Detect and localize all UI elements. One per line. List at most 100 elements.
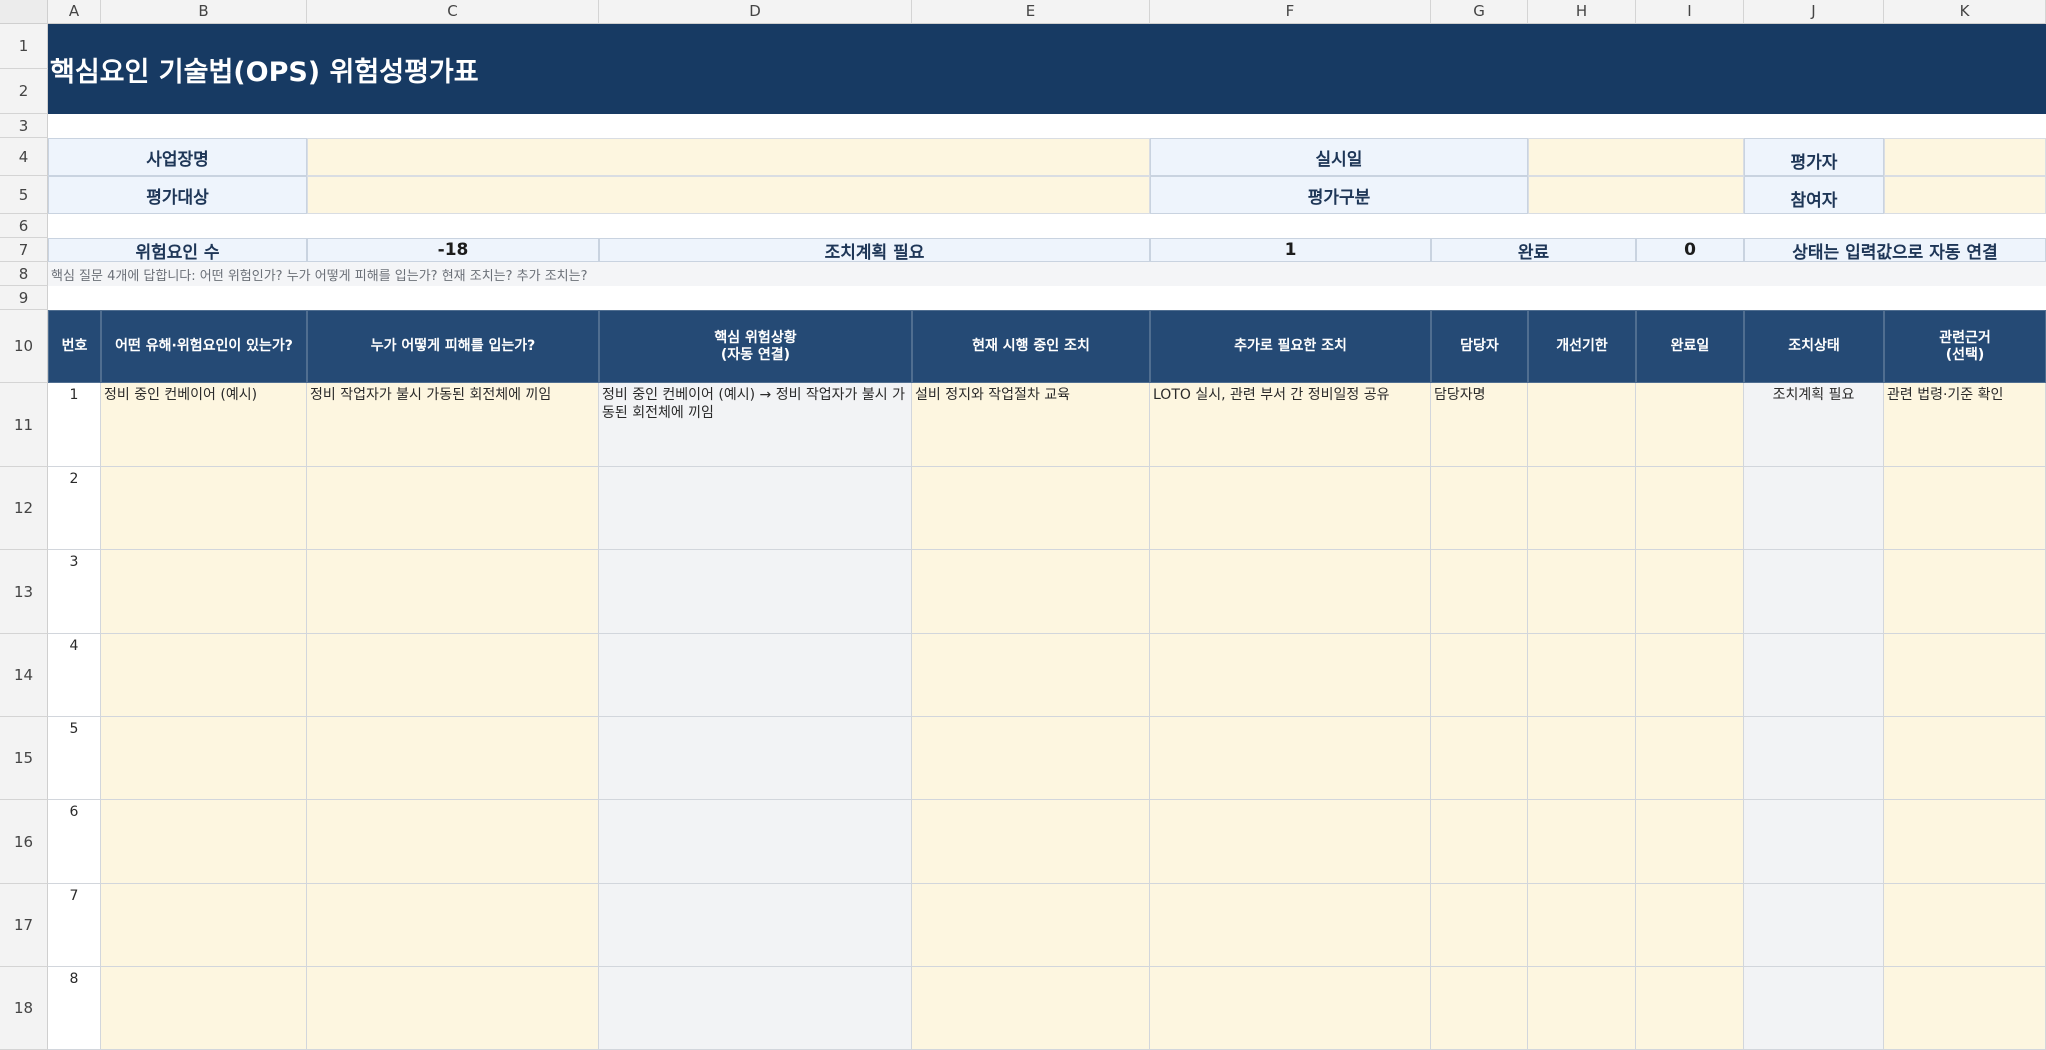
cell-status[interactable] <box>1744 634 1884 717</box>
cell-number[interactable]: 3 <box>48 550 101 634</box>
column-header-g[interactable]: G <box>1431 0 1528 24</box>
row-header-8[interactable]: 8 <box>0 262 48 286</box>
column-header-f[interactable]: F <box>1150 0 1431 24</box>
cell-harm[interactable] <box>307 550 599 634</box>
sheet-title[interactable]: 핵심요인 기술법(OPS) 위험성평가표 <box>48 24 2046 114</box>
cell-deadline[interactable] <box>1528 967 1636 1050</box>
column-header-a[interactable]: A <box>48 0 101 24</box>
cell-done-date[interactable] <box>1636 717 1744 800</box>
row-header-10[interactable]: 10 <box>0 310 48 383</box>
row-header-2[interactable]: 2 <box>0 69 48 114</box>
cell-owner[interactable] <box>1431 800 1528 884</box>
cell-basis[interactable] <box>1884 800 2046 884</box>
cell-deadline[interactable] <box>1528 800 1636 884</box>
row-header-13[interactable]: 13 <box>0 550 48 634</box>
site-name-input[interactable] <box>307 138 1150 176</box>
cell-harm[interactable] <box>307 884 599 967</box>
cell-status[interactable] <box>1744 467 1884 550</box>
column-header-j[interactable]: J <box>1744 0 1884 24</box>
cell-harm[interactable] <box>307 800 599 884</box>
cell-basis[interactable] <box>1884 634 2046 717</box>
cell-owner[interactable] <box>1431 884 1528 967</box>
cell-number[interactable]: 1 <box>48 383 101 467</box>
cell-status[interactable] <box>1744 550 1884 634</box>
column-header-h[interactable]: H <box>1528 0 1636 24</box>
row-header-12[interactable]: 12 <box>0 467 48 550</box>
cell-number[interactable]: 7 <box>48 884 101 967</box>
cell-basis[interactable] <box>1884 467 2046 550</box>
cell-deadline[interactable] <box>1528 383 1636 467</box>
cell-situation[interactable] <box>599 884 912 967</box>
row-header-17[interactable]: 17 <box>0 884 48 967</box>
row-header-7[interactable]: 7 <box>0 238 48 262</box>
cell-additional-measure[interactable] <box>1150 800 1431 884</box>
cell-hazard[interactable] <box>101 550 307 634</box>
cell-situation[interactable] <box>599 717 912 800</box>
cell-owner[interactable] <box>1431 634 1528 717</box>
cell-situation[interactable] <box>599 467 912 550</box>
cell-number[interactable]: 6 <box>48 800 101 884</box>
cell-basis[interactable] <box>1884 717 2046 800</box>
cell-additional-measure[interactable] <box>1150 717 1431 800</box>
row-header-1[interactable]: 1 <box>0 24 48 69</box>
cell-additional-measure[interactable]: LOTO 실시, 관련 부서 간 정비일정 공유 <box>1150 383 1431 467</box>
action-needed-value[interactable]: 1 <box>1150 238 1431 262</box>
cell-done-date[interactable] <box>1636 467 1744 550</box>
column-header-b[interactable]: B <box>101 0 307 24</box>
cell-done-date[interactable] <box>1636 634 1744 717</box>
cell-hazard[interactable] <box>101 467 307 550</box>
cell-additional-measure[interactable] <box>1150 467 1431 550</box>
cell-owner[interactable] <box>1431 467 1528 550</box>
cell-basis[interactable] <box>1884 550 2046 634</box>
type-input[interactable] <box>1528 176 1744 214</box>
cell-current-measure[interactable] <box>912 717 1150 800</box>
cell-number[interactable]: 5 <box>48 717 101 800</box>
cell-hazard[interactable] <box>101 800 307 884</box>
cell-current-measure[interactable] <box>912 634 1150 717</box>
guide-note[interactable]: 핵심 질문 4개에 답합니다: 어떤 위험인가? 누가 어떻게 피해를 입는가?… <box>48 262 2046 286</box>
column-header-c[interactable]: C <box>307 0 599 24</box>
cell-situation[interactable] <box>599 550 912 634</box>
cell-harm[interactable] <box>307 634 599 717</box>
cell-current-measure[interactable] <box>912 800 1150 884</box>
cell-situation[interactable]: 정비 중인 컨베이어 (예시) → 정비 작업자가 불시 가동된 회전체에 끼임 <box>599 383 912 467</box>
row-header-5[interactable]: 5 <box>0 176 48 214</box>
cell-owner[interactable] <box>1431 717 1528 800</box>
cell-harm[interactable] <box>307 467 599 550</box>
cell-basis[interactable] <box>1884 884 2046 967</box>
target-input[interactable] <box>307 176 1150 214</box>
row-header-9[interactable]: 9 <box>0 286 48 310</box>
cell-hazard[interactable] <box>101 717 307 800</box>
column-header-i[interactable]: I <box>1636 0 1744 24</box>
cell-additional-measure[interactable] <box>1150 550 1431 634</box>
cell-hazard[interactable] <box>101 884 307 967</box>
cell-current-measure[interactable] <box>912 884 1150 967</box>
assessor-input[interactable] <box>1884 138 2046 176</box>
cell-done-date[interactable] <box>1636 550 1744 634</box>
cell-situation[interactable] <box>599 800 912 884</box>
row-header-4[interactable]: 4 <box>0 138 48 176</box>
cell-number[interactable]: 4 <box>48 634 101 717</box>
cell-harm[interactable]: 정비 작업자가 불시 가동된 회전체에 끼임 <box>307 383 599 467</box>
cell-deadline[interactable] <box>1528 717 1636 800</box>
cell-hazard[interactable]: 정비 중인 컨베이어 (예시) <box>101 383 307 467</box>
cell-status[interactable]: 조치계획 필요 <box>1744 383 1884 467</box>
cell-current-measure[interactable] <box>912 467 1150 550</box>
cell-status[interactable] <box>1744 717 1884 800</box>
cell-situation[interactable] <box>599 634 912 717</box>
cell-hazard[interactable] <box>101 634 307 717</box>
column-header-k[interactable]: K <box>1884 0 2046 24</box>
cell-deadline[interactable] <box>1528 884 1636 967</box>
cell-deadline[interactable] <box>1528 467 1636 550</box>
cell-harm[interactable] <box>307 967 599 1050</box>
row-header-6[interactable]: 6 <box>0 214 48 238</box>
row-header-15[interactable]: 15 <box>0 717 48 800</box>
select-all-corner[interactable] <box>0 0 48 24</box>
row-header-16[interactable]: 16 <box>0 800 48 884</box>
cell-situation[interactable] <box>599 967 912 1050</box>
cell-status[interactable] <box>1744 967 1884 1050</box>
cell-number[interactable]: 8 <box>48 967 101 1050</box>
cell-hazard[interactable] <box>101 967 307 1050</box>
cell-done-date[interactable] <box>1636 800 1744 884</box>
row-header-3[interactable]: 3 <box>0 114 48 138</box>
